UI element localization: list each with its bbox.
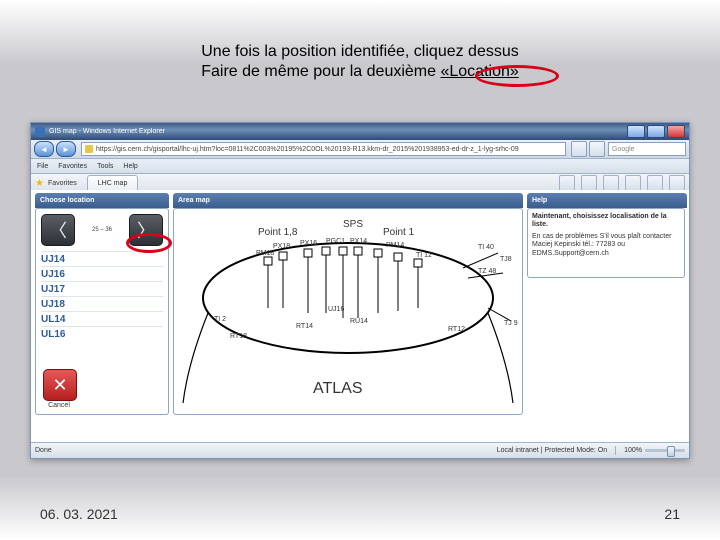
zoom-control[interactable]: 100%	[624, 447, 685, 454]
location-range: 25 – 36	[79, 227, 125, 233]
panel-header-help: Help	[527, 193, 687, 208]
svg-text:TJ8: TJ8	[500, 256, 512, 263]
window-title: GIS map - Windows Internet Explorer	[49, 128, 625, 135]
svg-text:PX16: PX16	[300, 240, 317, 247]
address-bar: ◄ ► https://gis.cern.ch/gisportal/lhc-uj…	[31, 140, 689, 159]
page-content: Choose location 〈 25 – 36 〉 UJ14 UJ16 UJ…	[31, 190, 689, 443]
svg-text:RT18: RT18	[230, 333, 247, 340]
svg-text:PX18: PX18	[273, 243, 290, 250]
panel-choose-location: 〈 25 – 36 〉 UJ14 UJ16 UJ17 UJ18 UL14 UL1…	[35, 208, 169, 415]
zoom-slider[interactable]	[645, 449, 685, 452]
svg-text:RT14: RT14	[296, 323, 313, 330]
svg-text:UJ16: UJ16	[328, 306, 344, 313]
help-contact: En cas de problèmes S'il vous plaît cont…	[532, 233, 671, 257]
search-input[interactable]: Google	[608, 142, 686, 156]
caption-line-1: Une fois la position identifiée, cliquez…	[0, 42, 720, 62]
maximize-button[interactable]	[647, 125, 665, 138]
svg-text:TI 2: TI 2	[214, 316, 226, 323]
tab-lhc-map[interactable]: LHC map	[87, 175, 139, 192]
location-item-uj17[interactable]: UJ17	[41, 281, 163, 296]
location-item-uj14[interactable]: UJ14	[41, 251, 163, 266]
refresh-button[interactable]	[571, 141, 587, 157]
favorites-star-icon[interactable]: ★	[35, 178, 44, 189]
cancel-label: Cancel	[43, 402, 75, 409]
svg-text:TI 40: TI 40	[478, 244, 494, 251]
print-button[interactable]	[603, 175, 619, 191]
caption-line-2: Faire de même pour la deuxième «Location…	[0, 62, 720, 82]
svg-text:PM18: PM18	[256, 250, 274, 257]
svg-text:RT12: RT12	[448, 326, 465, 333]
cancel-button[interactable]: ✕	[43, 369, 77, 401]
menu-file[interactable]: File	[37, 163, 48, 170]
footer-date: 06. 03. 2021	[40, 506, 118, 522]
home-button[interactable]	[559, 175, 575, 191]
svg-text:PX14: PX14	[350, 238, 367, 245]
instruction-caption: Une fois la position identifiée, cliquez…	[0, 42, 720, 82]
cancel-group: ✕ Cancel	[43, 369, 75, 409]
svg-text:PGC1: PGC1	[326, 238, 345, 245]
favorites-label[interactable]: Favorites	[48, 180, 77, 187]
location-next-button[interactable]: 〉	[129, 214, 163, 246]
menu-favorites[interactable]: Favorites	[58, 163, 87, 170]
footer-page: 21	[664, 506, 680, 522]
app-icon	[35, 127, 45, 137]
tools-button[interactable]	[669, 175, 685, 191]
help-headline: Maintenant, choisissez localisation de l…	[532, 213, 680, 230]
svg-text:PM14: PM14	[386, 242, 404, 249]
caption-keyword: «Location»	[440, 62, 518, 82]
location-item-ul16[interactable]: UL16	[41, 326, 163, 341]
window-titlebar: GIS map - Windows Internet Explorer	[31, 123, 689, 140]
panel-area-map: Point 1,8 SPS Point 1 ATLAS TI 2 PM18 PX…	[173, 208, 523, 415]
url-text: https://gis.cern.ch/gisportal/lhc-uj.htm…	[96, 146, 519, 153]
svg-text:TJ 9: TJ 9	[504, 320, 518, 327]
location-item-uj18[interactable]: UJ18	[41, 296, 163, 311]
svg-text:Point 1,8: Point 1,8	[258, 227, 298, 238]
close-button[interactable]	[667, 125, 685, 138]
status-bar: Done Local intranet | Protected Mode: On…	[31, 442, 689, 458]
svg-text:RU14: RU14	[350, 318, 368, 325]
lock-icon	[85, 145, 93, 153]
safety-button[interactable]	[647, 175, 663, 191]
menu-bar: File Favorites Tools Help	[31, 159, 689, 174]
panel-header-area-map: Area map	[173, 193, 523, 208]
stop-button[interactable]	[589, 141, 605, 157]
svg-text:Point 1: Point 1	[383, 227, 415, 238]
svg-text:SPS: SPS	[343, 219, 363, 230]
location-item-ul14[interactable]: UL14	[41, 311, 163, 326]
url-input[interactable]: https://gis.cern.ch/gisportal/lhc-uj.htm…	[81, 142, 566, 156]
menu-tools[interactable]: Tools	[97, 163, 113, 170]
svg-text:TI 12: TI 12	[416, 252, 432, 259]
minimize-button[interactable]	[627, 125, 645, 138]
status-done: Done	[35, 447, 52, 454]
page-button[interactable]	[625, 175, 641, 191]
zoom-value: 100%	[624, 447, 642, 454]
location-prev-button[interactable]: 〈	[41, 214, 75, 246]
browser-window: GIS map - Windows Internet Explorer ◄ ► …	[30, 122, 690, 459]
search-placeholder: Google	[612, 146, 635, 153]
status-zone: Local intranet | Protected Mode: On	[497, 447, 607, 454]
forward-button[interactable]: ►	[56, 141, 76, 157]
panel-help: Maintenant, choisissez localisation de l…	[527, 208, 685, 278]
feeds-button[interactable]	[581, 175, 597, 191]
location-list: UJ14 UJ16 UJ17 UJ18 UL14 UL16	[36, 251, 168, 341]
svg-text:TZ 48: TZ 48	[478, 268, 496, 275]
location-item-uj16[interactable]: UJ16	[41, 266, 163, 281]
panel-header-choose-location: Choose location	[35, 193, 169, 208]
map-schematic: Point 1,8 SPS Point 1 ATLAS TI 2 PM18 PX…	[178, 213, 518, 410]
back-button[interactable]: ◄	[34, 141, 54, 157]
svg-text:ATLAS: ATLAS	[313, 380, 363, 397]
menu-help[interactable]: Help	[123, 163, 137, 170]
